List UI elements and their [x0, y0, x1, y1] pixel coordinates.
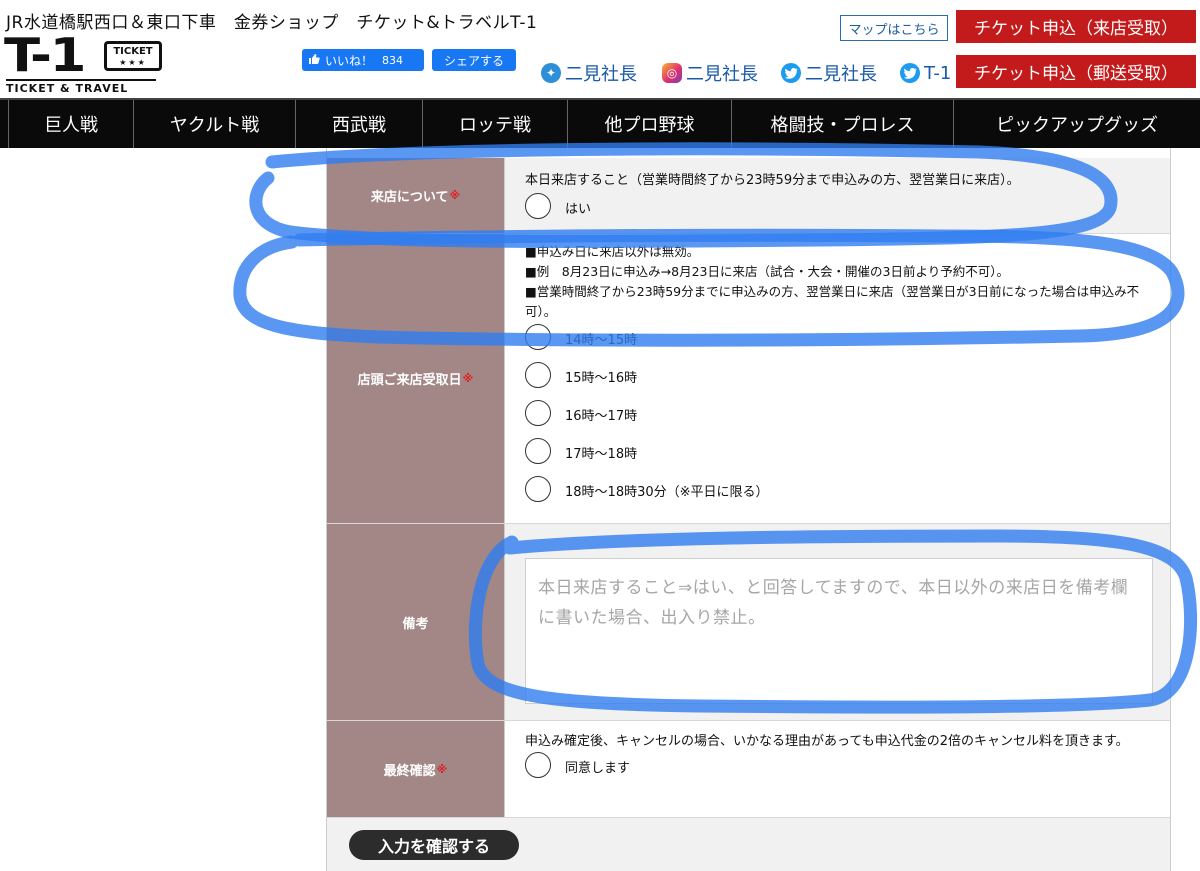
radio-label: はい: [565, 201, 592, 217]
required-mark: ※: [436, 762, 448, 776]
required-mark: ※: [449, 189, 461, 202]
form-label-text: 最終確認: [383, 763, 436, 779]
nav-item-lotte[interactable]: ロッテ戦: [422, 100, 567, 148]
form-label-pickup-date: 店頭ご来店受取日 ※: [327, 234, 505, 523]
radio-label: 同意します: [565, 760, 631, 776]
social-link-label: 二見社長: [686, 64, 758, 85]
form-label-visit: 来店について ※: [327, 158, 505, 233]
ameba-icon: ✦: [541, 63, 561, 83]
pickup-note: ■営業時間終了から23時59分までに申込みの方、翌営業日に来店（翌営業日が3日前…: [525, 284, 1140, 319]
form-row-pickup-date: 店頭ご来店受取日 ※ ■申込み日に来店以外は無効。 ■例 8月23日に申込み→8月…: [327, 234, 1170, 524]
pickup-note: ■申込み日に来店以外は無効。: [525, 244, 700, 259]
form-label-final-confirm: 最終確認 ※: [327, 721, 505, 817]
radio-label: 18時〜18時30分（※平日に限る）: [565, 484, 769, 500]
logo-stars: ★★★: [119, 58, 147, 67]
radio-visit-yes[interactable]: はい: [525, 187, 1170, 225]
nav-item-pickup-goods[interactable]: ピックアップグッズ: [953, 100, 1200, 148]
facebook-like-label: いいね！: [325, 53, 374, 68]
radio-circle[interactable]: [525, 362, 551, 388]
social-link-twitter-t1[interactable]: T-1: [900, 61, 951, 85]
form-label-text: 店頭ご来店受取日: [357, 373, 462, 388]
radio-circle[interactable]: [525, 400, 551, 426]
radio-pickup-option[interactable]: 17時〜18時: [525, 432, 1170, 470]
social-link-label: T-1: [924, 62, 952, 84]
required-mark: ※: [462, 372, 474, 385]
submit-area: 入力を確認する: [327, 818, 1170, 871]
facebook-like-count: 834: [382, 53, 404, 67]
logo-ticket-icon: TICKET ★★★: [104, 41, 162, 71]
pickup-note: ■例 8月23日に申込み→8月23日に来店（試合・大会・開催の3日前より予約不可…: [525, 264, 1009, 279]
remarks-textarea[interactable]: 本日来店すること⇒はい、と回答してますので、本日以外の来店日を備考欄に書いた場合…: [525, 558, 1153, 704]
social-link-label: 二見社長: [565, 64, 637, 85]
radio-circle[interactable]: [525, 193, 551, 219]
radio-label: 15時〜16時: [565, 370, 638, 386]
map-button[interactable]: マップはこちら: [840, 15, 948, 41]
radio-label: 16時〜17時: [565, 408, 638, 424]
form-content-final-confirm: 申込み確定後、キャンセルの場合、いかなる理由があっても申込代金の2倍のキャンセル…: [505, 721, 1170, 817]
radio-pickup-option[interactable]: 18時〜18時30分（※平日に限る）: [525, 470, 1170, 508]
apply-store-pickup-button[interactable]: チケット申込（来店受取）: [956, 10, 1196, 43]
radio-label: 17時〜18時: [565, 446, 638, 462]
radio-circle[interactable]: [525, 476, 551, 502]
radio-circle[interactable]: [525, 438, 551, 464]
application-form: 来店について ※ 本日来店すること（営業時間終了から23時59分まで申込みの方、翌…: [326, 148, 1171, 871]
logo-ticket-text: TICKET: [113, 46, 153, 57]
facebook-like-button[interactable]: いいね！ 834: [302, 49, 424, 71]
logo-main-text: T-1: [4, 28, 86, 82]
form-content-visit: 本日来店すること（営業時間終了から23時59分まで申込みの方、翌営業日に来店）。…: [505, 158, 1170, 233]
nav-item-seibu[interactable]: 西武戦: [295, 100, 422, 148]
form-label-text: 備考: [402, 616, 429, 632]
form-label-text: 来店について: [370, 190, 449, 205]
form-content-pickup-date: ■申込み日に来店以外は無効。 ■例 8月23日に申込み→8月23日に来店（試合・…: [505, 234, 1170, 523]
social-link-ameba[interactable]: ✦ 二見社長: [541, 61, 637, 85]
social-link-twitter-president[interactable]: 二見社長: [781, 61, 877, 85]
twitter-icon: [781, 63, 801, 83]
header-tagline: JR水道橋駅西口＆東口下車 金券ショップ チケット&トラベルT-1: [6, 13, 538, 33]
social-link-instagram[interactable]: ◎ 二見社長: [662, 61, 758, 85]
apply-mail-delivery-button[interactable]: チケット申込（郵送受取）: [956, 55, 1196, 88]
thumbs-up-icon: [308, 53, 320, 68]
social-link-label: 二見社長: [805, 64, 877, 85]
form-row-final-confirm: 最終確認 ※ 申込み確定後、キャンセルの場合、いかなる理由があっても申込代金の2倍…: [327, 721, 1170, 818]
radio-circle[interactable]: [525, 752, 551, 778]
logo-subtitle: TICKET & TRAVEL: [6, 79, 156, 95]
nav-edge: [0, 100, 8, 148]
main-nav: 巨人戦 ヤクルト戦 西武戦 ロッテ戦 他プロ野球 格闘技・プロレス ピックアップ…: [0, 98, 1200, 148]
nav-item-giants[interactable]: 巨人戦: [8, 100, 133, 148]
form-label-remarks: 備考: [327, 524, 505, 720]
nav-item-yakult[interactable]: ヤクルト戦: [133, 100, 295, 148]
confirm-input-button[interactable]: 入力を確認する: [349, 830, 519, 860]
site-logo[interactable]: T-1 TICKET ★★★ TICKET & TRAVEL: [4, 30, 164, 95]
twitter-icon: [900, 63, 920, 83]
form-row-visit: 来店について ※ 本日来店すること（営業時間終了から23時59分まで申込みの方、翌…: [327, 158, 1170, 234]
radio-pickup-option[interactable]: 14時〜15時: [525, 318, 1170, 356]
nav-item-other-baseball[interactable]: 他プロ野球: [567, 100, 731, 148]
site-header: JR水道橋駅西口＆東口下車 金券ショップ チケット&トラベルT-1 T-1 TI…: [0, 0, 1200, 98]
radio-circle[interactable]: [525, 324, 551, 350]
radio-pickup-option[interactable]: 16時〜17時: [525, 394, 1170, 432]
form-content-remarks: 本日来店すること⇒はい、と回答してますので、本日以外の来店日を備考欄に書いた場合…: [505, 524, 1170, 720]
form-row-remarks: 備考 本日来店すること⇒はい、と回答してますので、本日以外の来店日を備考欄に書い…: [327, 524, 1170, 721]
nav-item-martial-arts[interactable]: 格闘技・プロレス: [731, 100, 953, 148]
radio-label: 14時〜15時: [565, 332, 638, 348]
facebook-share-button[interactable]: シェアする: [432, 49, 516, 71]
instagram-icon: ◎: [662, 63, 682, 83]
radio-pickup-option[interactable]: 15時〜16時: [525, 356, 1170, 394]
cancellation-notice: 申込み確定後、キャンセルの場合、いかなる理由があっても申込代金の2倍のキャンセル…: [525, 734, 1129, 749]
